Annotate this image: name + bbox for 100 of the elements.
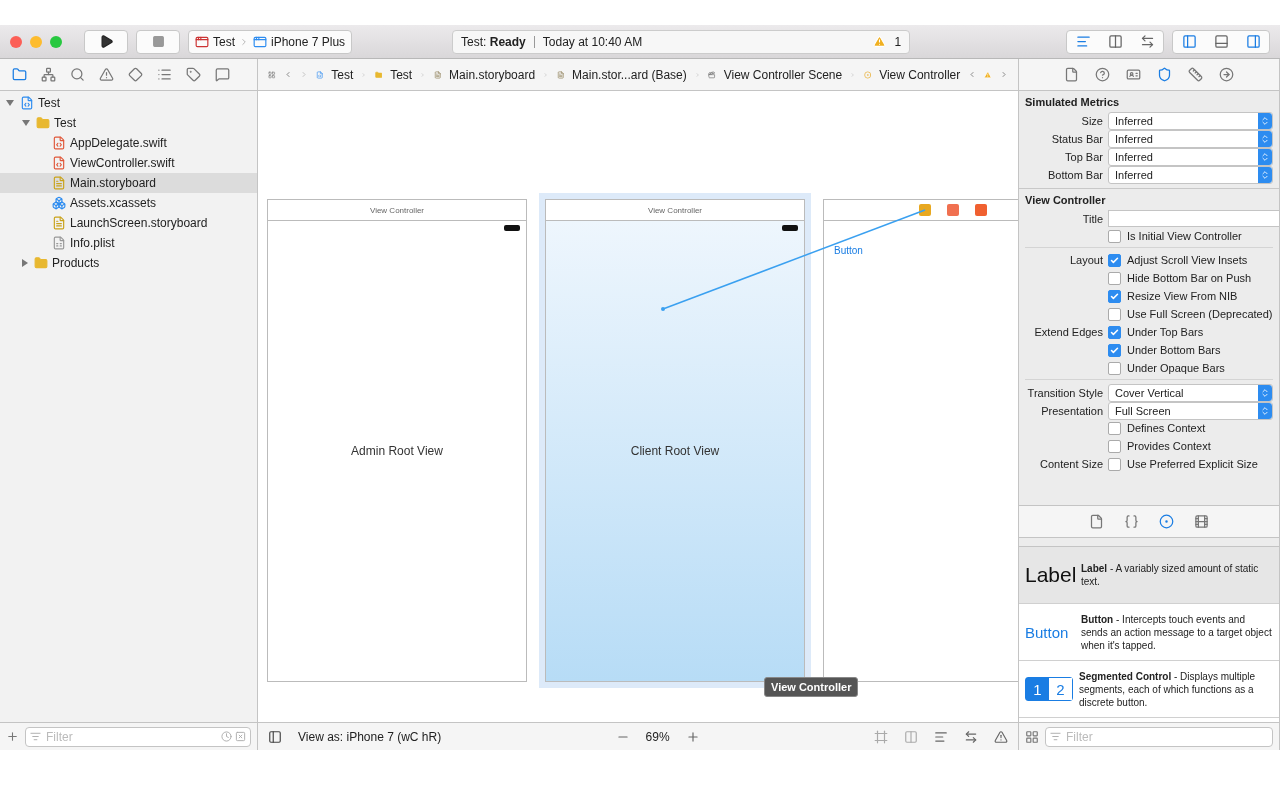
file-icon <box>1089 514 1104 529</box>
title-field[interactable] <box>1108 210 1279 227</box>
stepper-arrows-icon <box>1260 388 1270 398</box>
run-button[interactable] <box>84 29 128 54</box>
close-button[interactable] <box>10 35 22 48</box>
view-controller-icon[interactable] <box>919 204 931 216</box>
tag-tab[interactable] <box>184 65 203 84</box>
folder-icon <box>12 67 27 82</box>
clock-icon[interactable] <box>221 731 232 742</box>
exit-icon[interactable] <box>975 204 987 216</box>
filter-field[interactable]: Filter <box>1045 726 1273 747</box>
swift-file-icon <box>52 156 66 170</box>
warning-count[interactable]: 1 <box>894 34 902 49</box>
scene-header[interactable] <box>823 199 1018 221</box>
hierarchy-tab[interactable] <box>39 65 58 84</box>
id-card-icon <box>1126 67 1141 82</box>
clear-icon[interactable] <box>235 731 246 742</box>
help-tab[interactable] <box>1093 65 1112 84</box>
popup-button[interactable]: Inferred <box>1108 148 1273 166</box>
checkbox[interactable]: Resize View From NIB <box>1108 289 1273 303</box>
jump-bar-item[interactable]: Test <box>390 67 413 82</box>
section-heading: Simulated Metrics <box>1025 96 1121 108</box>
view-controller-scene[interactable]: Client Root View <box>545 221 805 682</box>
app-icon <box>195 34 209 49</box>
stop-button[interactable] <box>136 29 180 54</box>
checkbox[interactable]: Use Preferred Explicit Size <box>1108 457 1273 471</box>
file-tree-item[interactable]: AppDelegate.swift <box>0 133 257 153</box>
checkbox[interactable]: Under Opaque Bars <box>1108 361 1273 375</box>
circle-dot-icon <box>1159 514 1174 529</box>
warning-tab[interactable] <box>97 65 116 84</box>
jump-bar-item[interactable]: View Controller <box>879 67 961 82</box>
checkbox[interactable]: Under Top Bars <box>1108 325 1273 339</box>
braces-icon <box>1124 514 1139 529</box>
checkbox[interactable]: Provides Context <box>1108 439 1273 453</box>
field-label: Size <box>1080 115 1103 127</box>
align-icon[interactable] <box>934 729 948 744</box>
grid-icon[interactable] <box>1025 729 1039 744</box>
scene-header[interactable]: View Controller <box>267 199 527 221</box>
help-icon <box>1095 67 1110 82</box>
item-description: Label - A variably sized amount of static text. <box>1081 562 1260 588</box>
scheme-selector[interactable]: Test iPhone 7 Plus <box>188 29 353 54</box>
view-controller-scene[interactable]: Button <box>823 221 1018 682</box>
popup-button[interactable]: Cover Vertical <box>1108 384 1273 402</box>
field-label: Bottom Bar <box>1046 169 1103 181</box>
outline-toggle-icon[interactable] <box>268 729 282 744</box>
button-link[interactable]: Button <box>834 245 863 256</box>
file-tree-item[interactable]: Test <box>0 93 257 113</box>
jump-bar-item[interactable]: View Controller Scene <box>723 67 843 82</box>
jump-bar-item[interactable]: Main.storyboard <box>449 67 536 82</box>
zoom-button[interactable] <box>50 35 62 48</box>
arrow-circle-tab[interactable] <box>1217 65 1236 84</box>
file-tree-item[interactable]: LaunchScreen.storyboard <box>0 213 257 233</box>
checkbox[interactable]: Adjust Scroll View Insets <box>1108 253 1273 267</box>
editor-mode-control[interactable] <box>1066 29 1164 54</box>
assets-icon <box>52 196 66 210</box>
tag-icon <box>186 67 201 82</box>
circle-dot-tab[interactable] <box>1157 512 1176 531</box>
search-tab[interactable] <box>68 65 87 84</box>
checkbox[interactable]: Use Full Screen (Deprecated) <box>1108 307 1273 321</box>
first-responder-icon[interactable] <box>947 204 959 216</box>
braces-tab[interactable] <box>1122 512 1141 531</box>
checkbox[interactable]: Hide Bottom Bar on Push <box>1108 271 1273 285</box>
ruler-tab[interactable] <box>1186 65 1205 84</box>
film-icon <box>1194 514 1209 529</box>
diamond-tab[interactable] <box>126 65 145 84</box>
add-icon[interactable] <box>6 730 19 743</box>
popup-button[interactable]: Inferred <box>1108 130 1273 148</box>
file-tree-item[interactable]: Info.plist <box>0 233 257 253</box>
battery-icon <box>782 225 798 231</box>
file-tree-item[interactable]: Products <box>0 253 257 273</box>
file-tree-item[interactable]: Main.storyboard <box>0 173 257 193</box>
device-selector[interactable]: View as: iPhone 7 (wC hR) <box>298 729 442 744</box>
jump-bar-item[interactable]: Test <box>331 67 354 82</box>
popup-button[interactable]: Inferred <box>1108 112 1273 130</box>
panel-toggle-control[interactable] <box>1172 29 1270 54</box>
popup-button[interactable]: Full Screen <box>1108 402 1273 420</box>
checkbox[interactable]: Defines Context <box>1108 421 1273 435</box>
zoom-in-icon[interactable] <box>685 729 700 744</box>
view-controller-scene[interactable]: Admin Root View <box>267 221 527 682</box>
field-label: Transition Style <box>1026 387 1103 399</box>
ruler-icon <box>1188 67 1203 82</box>
arrows-icon <box>1139 34 1155 49</box>
plist-file-icon <box>52 236 66 250</box>
stepper-arrows-icon <box>1260 116 1270 126</box>
speech-bubble-icon <box>215 67 230 82</box>
item-description: Button - Intercepts touch events and sends an action message to a target object when it's tapped. <box>1081 612 1273 652</box>
diamond-icon <box>128 67 143 82</box>
filter-field[interactable]: Filter <box>25 726 251 747</box>
scene-header[interactable]: View Controller <box>545 199 805 221</box>
file-tree-item[interactable]: Assets.xcassets <box>0 193 257 213</box>
checkbox[interactable]: Is Initial View Controller <box>1108 229 1273 243</box>
file-tree-item[interactable]: ViewController.swift <box>0 153 257 173</box>
library-item[interactable]: Label Label - A variably sized amount of static text. <box>1019 547 1279 604</box>
frame-icon[interactable] <box>874 729 888 744</box>
popup-button[interactable]: Inferred <box>1108 166 1273 184</box>
film-tab[interactable] <box>1192 512 1211 531</box>
jump-bar-item[interactable]: Main.stor...ard (Base) <box>572 67 687 82</box>
speech-bubble-tab[interactable] <box>213 65 232 84</box>
file-tree-item[interactable]: Test <box>0 113 257 133</box>
checkbox[interactable]: Under Bottom Bars <box>1108 343 1273 357</box>
